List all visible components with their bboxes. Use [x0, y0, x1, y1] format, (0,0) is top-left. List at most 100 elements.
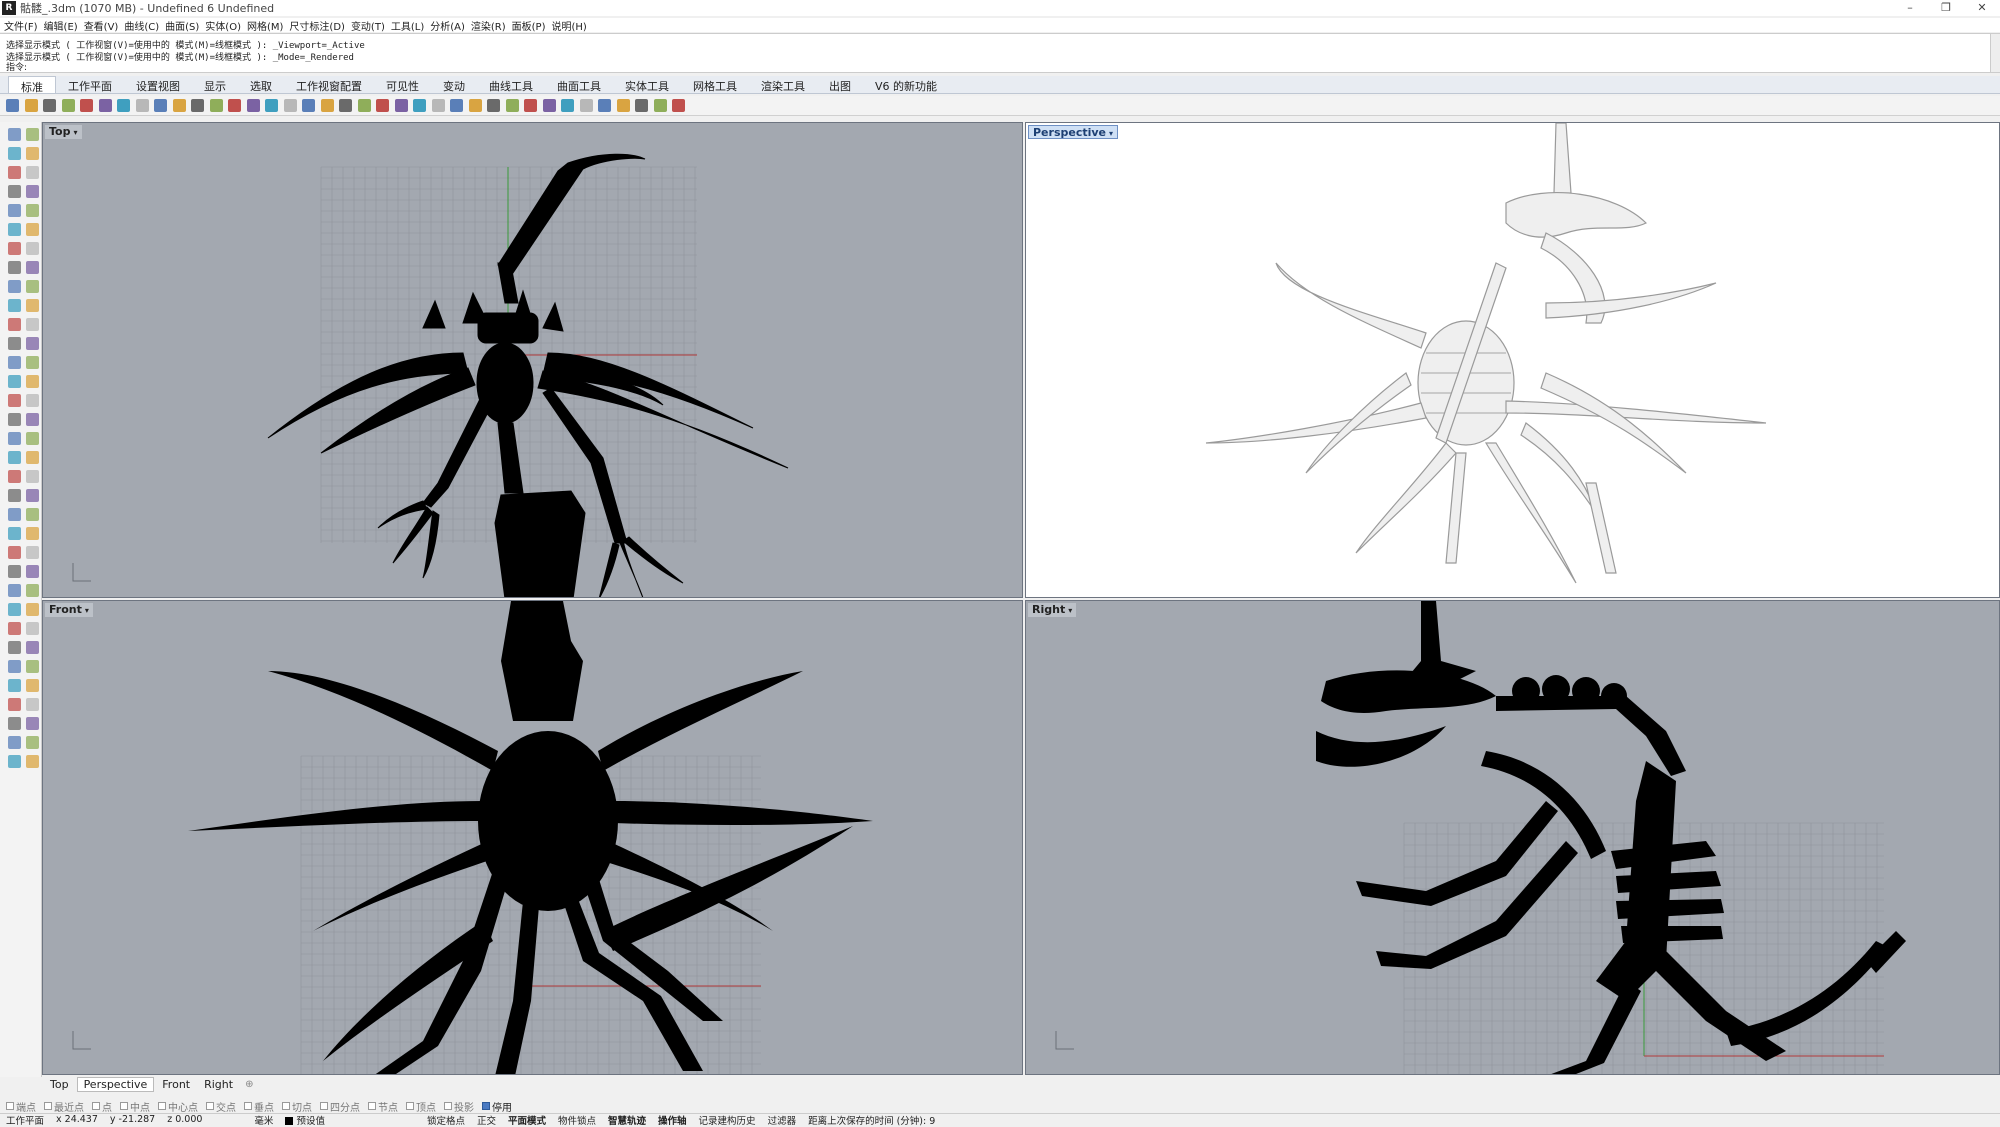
- tab-visibility[interactable]: 可见性: [374, 76, 431, 93]
- side-tool-icon[interactable]: [26, 318, 39, 331]
- side-tool-icon[interactable]: [8, 565, 21, 578]
- toolbar-tool-icon[interactable]: [172, 99, 186, 112]
- osnap-option[interactable]: 节点: [368, 1099, 398, 1114]
- toolbar-tool-icon[interactable]: [579, 99, 593, 112]
- menu-transform[interactable]: 变动(T): [351, 18, 385, 33]
- toolbar-tool-icon[interactable]: [505, 99, 519, 112]
- side-tool-icon[interactable]: [26, 356, 39, 369]
- osnap-checkbox[interactable]: [206, 1102, 214, 1110]
- osnap-checkbox[interactable]: [368, 1102, 376, 1110]
- toolbar-tool-icon[interactable]: [191, 99, 204, 112]
- minimize-button[interactable]: –: [1892, 0, 1928, 16]
- status-record-history[interactable]: 记录建构历史: [693, 1113, 762, 1127]
- side-tool-icon[interactable]: [26, 603, 39, 616]
- osnap-checkbox[interactable]: [482, 1102, 490, 1110]
- side-tool-icon[interactable]: [8, 375, 21, 388]
- menu-panels[interactable]: 面板(P): [512, 18, 546, 33]
- viewport-top[interactable]: Top ▾: [42, 122, 1023, 598]
- side-tool-icon[interactable]: [26, 185, 39, 198]
- toolbar-tool-icon[interactable]: [154, 99, 167, 112]
- side-tool-icon[interactable]: [8, 223, 21, 236]
- toolbar-tool-icon[interactable]: [283, 99, 297, 112]
- tab-mesh-tools[interactable]: 网格工具: [681, 76, 749, 93]
- close-button[interactable]: ✕: [1964, 0, 2000, 16]
- side-tool-icon[interactable]: [8, 489, 21, 502]
- toolbar-tool-icon[interactable]: [413, 99, 426, 112]
- status-layer[interactable]: 预设值: [279, 1113, 331, 1127]
- status-object-snap[interactable]: 物件锁点: [552, 1113, 602, 1127]
- side-tool-icon[interactable]: [8, 584, 21, 597]
- toolbar-tool-icon[interactable]: [450, 99, 463, 112]
- toolbar-tool-icon[interactable]: [80, 99, 93, 112]
- side-tool-icon[interactable]: [8, 337, 21, 350]
- viewtab-perspective[interactable]: Perspective: [76, 1076, 155, 1092]
- toolbar-tool-icon[interactable]: [24, 99, 38, 112]
- side-tool-icon[interactable]: [8, 166, 21, 179]
- toolbar-tool-icon[interactable]: [61, 99, 75, 112]
- side-tool-icon[interactable]: [26, 755, 39, 768]
- tab-standard[interactable]: 标准: [8, 76, 56, 94]
- command-prompt[interactable]: 指令:: [6, 60, 27, 73]
- tab-solid-tools[interactable]: 实体工具: [613, 76, 681, 93]
- menu-solid[interactable]: 实体(O): [205, 18, 241, 33]
- osnap-option[interactable]: 垂点: [244, 1099, 274, 1114]
- osnap-option[interactable]: 四分点: [320, 1099, 360, 1114]
- osnap-option[interactable]: 中点: [120, 1099, 150, 1114]
- side-tool-icon[interactable]: [26, 242, 39, 255]
- side-tool-icon[interactable]: [26, 489, 39, 502]
- side-tool-icon[interactable]: [8, 698, 21, 711]
- side-tool-icon[interactable]: [26, 698, 39, 711]
- toolbar-tool-icon[interactable]: [616, 99, 630, 112]
- toolbar-tool-icon[interactable]: [43, 99, 56, 112]
- osnap-checkbox[interactable]: [92, 1102, 100, 1110]
- tab-set-view[interactable]: 设置视图: [124, 76, 192, 93]
- osnap-option[interactable]: 端点: [6, 1099, 36, 1114]
- toolbar-tool-icon[interactable]: [98, 99, 112, 112]
- side-tool-icon[interactable]: [8, 660, 21, 673]
- osnap-option[interactable]: 顶点: [406, 1099, 436, 1114]
- toolbar-tool-icon[interactable]: [431, 99, 445, 112]
- status-ortho[interactable]: 正交: [471, 1113, 502, 1127]
- tab-new-in-v6[interactable]: V6 的新功能: [863, 76, 949, 93]
- side-tool-icon[interactable]: [8, 413, 21, 426]
- tab-display[interactable]: 显示: [192, 76, 238, 93]
- status-smart-track[interactable]: 智慧轨迹: [602, 1113, 652, 1127]
- osnap-checkbox[interactable]: [6, 1102, 14, 1110]
- side-tool-icon[interactable]: [26, 299, 39, 312]
- toolbar-tool-icon[interactable]: [394, 99, 408, 112]
- side-tool-icon[interactable]: [26, 413, 39, 426]
- side-tool-icon[interactable]: [8, 622, 21, 635]
- chevron-down-icon[interactable]: ▾: [85, 606, 89, 615]
- toolbar-tool-icon[interactable]: [117, 99, 130, 112]
- menu-tools[interactable]: 工具(L): [391, 18, 424, 33]
- side-tool-icon[interactable]: [8, 717, 21, 730]
- side-tool-icon[interactable]: [26, 717, 39, 730]
- side-tool-icon[interactable]: [8, 508, 21, 521]
- toolbar-tool-icon[interactable]: [209, 99, 223, 112]
- side-tool-icon[interactable]: [26, 204, 39, 217]
- side-tool-icon[interactable]: [8, 470, 21, 483]
- status-planar[interactable]: 平面模式: [502, 1113, 552, 1127]
- viewtab-right[interactable]: Right: [198, 1078, 239, 1091]
- menu-file[interactable]: 文件(F): [4, 18, 38, 33]
- command-history-scrollbar[interactable]: [1990, 34, 2000, 72]
- tab-transform[interactable]: 变动: [431, 76, 477, 93]
- status-cplane[interactable]: 工作平面: [0, 1113, 50, 1127]
- viewport-front[interactable]: Front ▾: [42, 600, 1023, 1075]
- osnap-option[interactable]: 中心点: [158, 1099, 198, 1114]
- side-tool-icon[interactable]: [26, 565, 39, 578]
- side-tool-icon[interactable]: [26, 223, 39, 236]
- osnap-option[interactable]: 投影: [444, 1099, 474, 1114]
- osnap-option[interactable]: 最近点: [44, 1099, 84, 1114]
- menu-surface[interactable]: 曲面(S): [165, 18, 199, 33]
- side-tool-icon[interactable]: [8, 280, 21, 293]
- osnap-checkbox[interactable]: [244, 1102, 252, 1110]
- status-units[interactable]: 毫米: [248, 1113, 279, 1127]
- status-filter[interactable]: 过滤器: [762, 1113, 803, 1127]
- side-tool-icon[interactable]: [26, 660, 39, 673]
- side-tool-icon[interactable]: [26, 261, 39, 274]
- viewport-label-perspective[interactable]: Perspective ▾: [1028, 125, 1119, 139]
- side-tool-icon[interactable]: [26, 470, 39, 483]
- side-tool-icon[interactable]: [8, 641, 21, 654]
- osnap-option[interactable]: 切点: [282, 1099, 312, 1114]
